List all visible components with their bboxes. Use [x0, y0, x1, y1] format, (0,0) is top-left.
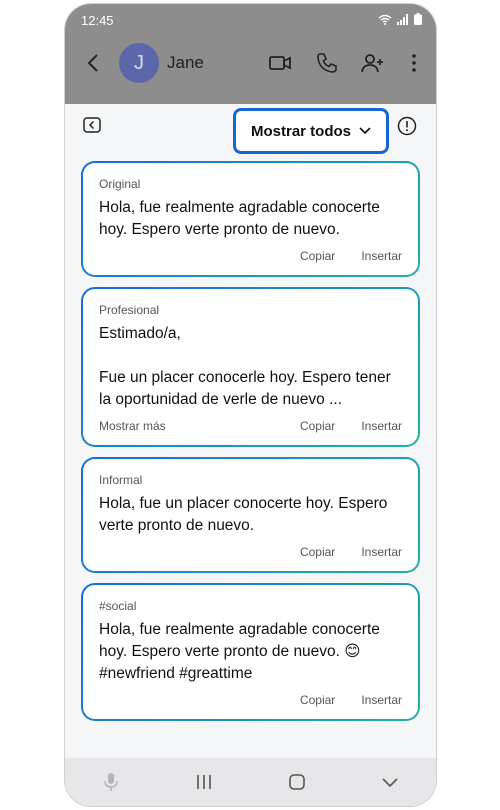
conversation-app-bar: J Jane — [65, 34, 436, 94]
card-label: Profesional — [99, 303, 160, 317]
microphone-icon[interactable] — [100, 771, 122, 793]
home-icon[interactable] — [286, 771, 308, 793]
show-all-dropdown[interactable]: Mostrar todos — [233, 108, 389, 154]
system-navigation-bar — [65, 758, 436, 806]
add-contact-icon[interactable] — [361, 51, 385, 75]
contact-name[interactable]: Jane — [167, 53, 204, 73]
copy-button[interactable]: Copiar — [300, 693, 335, 707]
status-bar: 12:45 — [65, 4, 436, 34]
dropdown-label: Mostrar todos — [250, 122, 351, 140]
suggestion-card-professional[interactable]: Profesional Estimado/a, Fue un placer co… — [81, 287, 420, 447]
copy-button[interactable]: Copiar — [300, 419, 335, 433]
insert-button[interactable]: Insertar — [361, 693, 402, 707]
card-label: #social — [99, 599, 137, 613]
insert-button[interactable]: Insertar — [361, 419, 402, 433]
card-text: Hola, fue un placer conocerte hoy. Esper… — [99, 495, 388, 534]
copy-button[interactable]: Copiar — [300, 545, 335, 559]
status-time: 12:45 — [81, 13, 114, 28]
suggestion-card-casual[interactable]: Informal Hola, fue un placer conocerte h… — [81, 457, 420, 573]
back-arrow-icon[interactable] — [83, 52, 105, 74]
insert-button[interactable]: Insertar — [361, 249, 402, 263]
video-call-icon[interactable] — [268, 51, 292, 75]
phone-call-icon[interactable] — [315, 51, 339, 75]
more-options-icon[interactable] — [402, 51, 426, 75]
wifi-icon — [378, 14, 392, 25]
avatar[interactable]: J — [119, 43, 159, 83]
writing-assist-toolbar: Mostrar todos — [65, 104, 436, 160]
avatar-letter: J — [134, 51, 144, 74]
info-icon[interactable] — [397, 116, 417, 136]
card-text: Hola, fue realmente agradable conocerte … — [99, 199, 380, 238]
hide-keyboard-chevron-icon[interactable] — [379, 771, 401, 793]
show-more-button[interactable]: Mostrar más — [99, 419, 166, 433]
recent-apps-icon[interactable] — [193, 771, 215, 793]
copy-button[interactable]: Copiar — [300, 249, 335, 263]
suggestion-list: Original Hola, fue realmente agradable c… — [81, 161, 420, 731]
suggestion-card-original[interactable]: Original Hola, fue realmente agradable c… — [81, 161, 420, 277]
chevron-down-icon — [359, 127, 371, 135]
status-icons — [378, 13, 422, 25]
suggestion-card-social[interactable]: #social Hola, fue realmente agradable co… — [81, 583, 420, 721]
insert-button[interactable]: Insertar — [361, 545, 402, 559]
card-text: Estimado/a, Fue un placer conocerle hoy.… — [99, 325, 391, 408]
signal-icon — [397, 13, 408, 25]
battery-icon — [414, 13, 422, 25]
card-label: Original — [99, 177, 141, 191]
phone-screen: 12:45 J Jane Mostrar todos Original Hola… — [65, 4, 436, 806]
card-text: Hola, fue realmente agradable conocerte … — [99, 621, 380, 682]
card-label: Informal — [99, 473, 143, 487]
collapse-panel-icon[interactable] — [83, 116, 101, 134]
